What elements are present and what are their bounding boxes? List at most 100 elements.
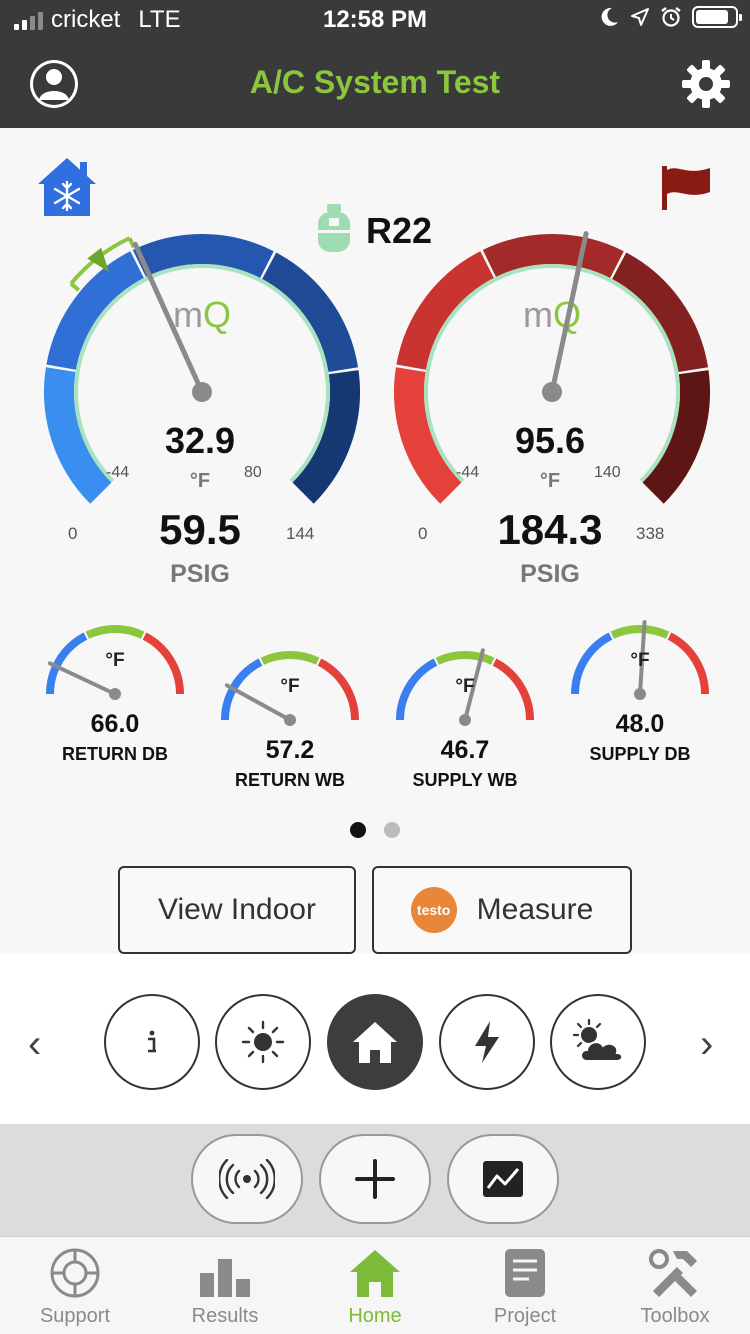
home-icon	[353, 1022, 397, 1063]
high-temperature: 95.6	[514, 420, 586, 461]
status-right	[598, 6, 742, 28]
tab-toolbox[interactable]: Toolbox	[600, 1247, 750, 1328]
supply-db-gauge[interactable]: °F 48.0 SUPPLY DB	[565, 620, 715, 810]
page-indicator[interactable]	[0, 822, 750, 838]
return-wb-value: 57.2	[265, 736, 315, 764]
gauge-needle-hub	[542, 382, 562, 402]
testo-logo: testo	[410, 887, 457, 933]
plus-icon	[355, 1159, 395, 1199]
small-gauge-band	[260, 651, 320, 665]
add-button[interactable]	[319, 1134, 431, 1224]
low-temperature: 32.9	[164, 420, 236, 461]
low-pressure-unit: PSIG	[170, 560, 230, 588]
low-temp-min: -44	[106, 464, 130, 481]
tab-bar: Support Results Home Project Toolbox	[0, 1236, 750, 1334]
tab-toolbox-label: Toolbox	[640, 1305, 710, 1327]
high-pressure-unit: PSIG	[520, 560, 580, 588]
tab-results-label: Results	[191, 1305, 259, 1327]
high-pressure: 184.3	[497, 506, 603, 553]
chart-button[interactable]	[447, 1134, 559, 1224]
info-icon	[148, 1030, 156, 1053]
return-db-gauge[interactable]: °F 66.0 RETURN DB	[40, 620, 190, 810]
low-side-gauge[interactable]: mQ 32.9 °F -44 80 0 144 59.5 PSIG	[30, 210, 370, 610]
target-bracket-end	[69, 282, 80, 292]
document-icon	[505, 1249, 545, 1297]
page-dot-2[interactable]	[384, 822, 400, 838]
status-bar: cricket LTE 12:58 PM	[0, 0, 750, 40]
measure-label: Measure	[476, 893, 594, 926]
home-category-button[interactable]	[327, 994, 423, 1090]
app-header: A/C System Test	[0, 40, 750, 128]
page-title: A/C System Test	[249, 64, 501, 100]
tab-project-label: Project	[493, 1305, 557, 1327]
tools-icon	[649, 1249, 697, 1297]
high-temp-unit: °F	[539, 470, 561, 492]
return-db-unit: °F	[105, 650, 125, 671]
supply-wb-value: 46.7	[440, 736, 490, 764]
view-indoor-label: View Indoor	[158, 893, 316, 926]
red-flag-icon[interactable]	[660, 164, 712, 212]
home-snowflake-icon[interactable]	[36, 156, 98, 218]
target-bracket-end	[127, 237, 136, 249]
chart-icon	[483, 1161, 523, 1197]
app-screen: cricket LTE 12:58 PM A/C System Test R22…	[0, 0, 750, 1334]
supply-wb-label: SUPPLY WB	[412, 770, 518, 790]
high-temp-min: -44	[456, 464, 480, 481]
tools-bar	[0, 1124, 750, 1236]
supply-wb-gauge[interactable]: °F 46.7 SUPPLY WB	[390, 646, 540, 836]
low-pressure: 59.5	[159, 506, 241, 553]
info-button[interactable]	[104, 994, 200, 1090]
bar-chart-icon	[200, 1259, 250, 1297]
supply-db-label: SUPPLY DB	[589, 744, 691, 764]
return-wb-unit: °F	[280, 676, 300, 697]
low-temp-max: 80	[244, 464, 262, 481]
wireless-signal-icon	[219, 1159, 275, 1199]
tab-project[interactable]: Project	[450, 1247, 600, 1328]
tab-support-label: Support	[39, 1305, 111, 1327]
gauge-band-segment	[482, 234, 624, 279]
lifebuoy-icon	[50, 1248, 100, 1298]
page-dot-1[interactable]	[350, 822, 366, 838]
small-gauge-hub	[634, 688, 646, 700]
gauge-brand-mark: mQ	[173, 294, 231, 335]
small-gauge-hub	[284, 714, 296, 726]
gauge-panel: R22 mQ 32.9 °F -44 80 0 144 59.5 PSIG mQ…	[0, 128, 750, 954]
tab-results[interactable]: Results	[150, 1247, 300, 1328]
sun-button[interactable]	[215, 994, 311, 1090]
category-carousel: ‹ ›	[0, 954, 750, 1124]
location-icon	[631, 8, 649, 26]
partly-cloudy-icon	[572, 1018, 624, 1062]
supply-wb-unit: °F	[455, 676, 475, 697]
battery-icon	[692, 6, 742, 28]
gear-icon[interactable]	[680, 58, 732, 110]
return-db-value: 66.0	[90, 710, 140, 738]
supply-db-value: 48.0	[615, 710, 665, 738]
high-side-gauge[interactable]: mQ 95.6 °F -44 140 0 338 184.3 PSIG	[380, 210, 720, 610]
small-gauge-hub	[459, 714, 471, 726]
high-temp-max: 140	[594, 464, 621, 481]
tab-support[interactable]: Support	[0, 1247, 150, 1328]
chevron-right-icon[interactable]: ›	[700, 1022, 713, 1067]
measure-button[interactable]: testo Measure	[372, 866, 632, 954]
return-wb-gauge[interactable]: °F 57.2 RETURN WB	[215, 646, 365, 836]
tab-home[interactable]: Home	[300, 1247, 450, 1328]
low-gauge-dial: mQ	[44, 234, 360, 504]
chevron-left-icon[interactable]: ‹	[28, 1022, 41, 1067]
gauge-band-segment	[132, 234, 274, 279]
alarm-icon	[661, 7, 681, 27]
view-indoor-button[interactable]: View Indoor	[118, 866, 356, 954]
high-gauge-dial: mQ	[394, 231, 710, 504]
small-gauge-hub	[109, 688, 121, 700]
wireless-button[interactable]	[191, 1134, 303, 1224]
small-gauge-band	[435, 651, 495, 665]
low-temp-unit: °F	[189, 470, 211, 492]
tab-home-label: Home	[348, 1305, 402, 1327]
return-wb-label: RETURN WB	[235, 770, 345, 790]
lightning-icon	[475, 1021, 499, 1063]
weather-button[interactable]	[550, 994, 646, 1090]
electrical-button[interactable]	[439, 994, 535, 1090]
gauge-needle-hub	[192, 382, 212, 402]
small-gauge-band	[610, 625, 670, 639]
home-icon	[350, 1250, 400, 1297]
sun-icon	[241, 1020, 285, 1064]
